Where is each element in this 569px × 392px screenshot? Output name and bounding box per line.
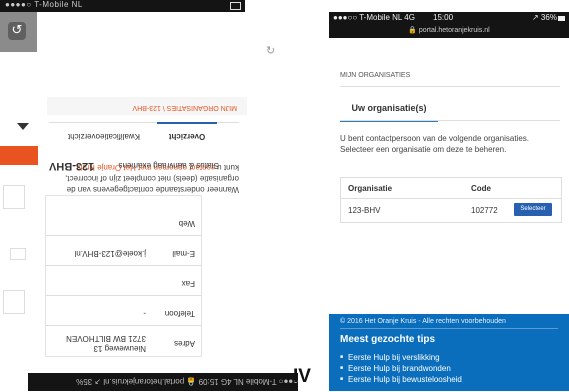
side-element [3, 185, 25, 209]
tab-overzicht[interactable]: Overzicht [157, 122, 217, 147]
dropdown-arrow-icon[interactable] [17, 123, 29, 130]
carrier-text: ●●●○○ T-Mobile NL 4G [333, 13, 415, 22]
browser-url-bar[interactable]: 🔒 portal.hetoranjekruis.nl [329, 26, 569, 38]
breadcrumb[interactable]: MIJN ORGANISATIES \ 123-BHV [132, 104, 237, 111]
left-status-text: ●●●●○ T-Mobile NL [5, 0, 83, 9]
info-label: Telefoon [164, 309, 195, 318]
cell-code: 102772 [471, 206, 498, 215]
page-subtitle: Status & aanvraag examens [118, 161, 219, 170]
tab-uw-organisaties[interactable]: Uw organisatie(s) [340, 96, 438, 122]
tip-link[interactable]: Eerste Hulp bij verslikking [340, 352, 462, 363]
phone-status-bar: ●●●○○ T-Mobile NL 4G 15:00 ↗ 36% [329, 12, 569, 26]
info-value: - [143, 309, 146, 318]
select-button[interactable]: Selecteer [514, 203, 552, 216]
clock: 15:00 [433, 13, 454, 22]
overlay-text-fragment: IV [293, 366, 311, 387]
info-label: E-mail [172, 249, 195, 258]
info-value: Nieuweweg 13 3721 BW BILTHOVEN [66, 334, 146, 353]
battery-level: ↗ 36% [532, 13, 557, 22]
bottom-status-text: ●●●○ T-Mobile NL 4G 15:09 🔒 portal.hetor… [76, 377, 298, 386]
return-arrow-icon: ↺ [8, 22, 26, 40]
page-title: 123-BHV [49, 160, 95, 172]
tips-heading: Meest gezochte tips [340, 334, 436, 345]
url-text: 🔒 portal.hetoranjekruis.nl [408, 27, 490, 34]
column-header-organisatie: Organisatie [348, 184, 393, 193]
section-title: MIJN ORGANISATIES [340, 72, 411, 79]
orange-accent-bar [0, 146, 38, 165]
tips-list: Eerste Hulp bij verslikking Eerste Hulp … [340, 352, 462, 385]
page-header: 123-BHV Status & aanvraag examens [49, 152, 239, 172]
divider [340, 328, 558, 329]
left-bottom-status-bar: ●●●○ T-Mobile NL 4G 15:09 🔒 portal.hetor… [28, 373, 298, 391]
organisation-table: Organisatie Code 123-BHV 102772 Selectee… [340, 177, 562, 223]
mirrored-organisation-detail: Adres Nieuweweg 13 3721 BW BILTHOVEN Tel… [37, 95, 247, 365]
back-button[interactable]: ↺ [0, 12, 37, 52]
tip-link[interactable]: Eerste Hulp bij brandwonden [340, 363, 462, 374]
copyright-text: © 2016 Het Oranje Kruis - Alle rechten v… [340, 318, 506, 325]
email-link[interactable]: j.koele@123-BHV.nl [75, 249, 146, 258]
column-header-code: Code [471, 184, 491, 193]
refresh-icon[interactable]: ↻ [266, 44, 275, 57]
site-footer: © 2016 Het Oranje Kruis - Alle rechten v… [329, 314, 569, 391]
info-label: Fax [181, 279, 195, 288]
tip-link[interactable]: Eerste Hulp bij bewusteloosheid [340, 374, 462, 385]
left-status-bar: ●●●●○ T-Mobile NL [0, 0, 245, 12]
table-header: Organisatie Code [341, 178, 561, 199]
tab-bar: Overzicht Kwalificatieoverzicht [49, 122, 239, 147]
side-element [3, 290, 25, 314]
info-label: Web [178, 219, 195, 228]
intro-text: U bent contactpersoon van de volgende or… [340, 134, 530, 154]
breadcrumb-bar: MIJN ORGANISATIES \ 123-BHV [47, 97, 247, 115]
divider [340, 86, 560, 87]
divider [340, 120, 560, 121]
battery-icon [558, 16, 565, 21]
battery-icon [230, 2, 241, 10]
info-label: Adres [174, 339, 195, 348]
cell-organisatie: 123-BHV [348, 206, 381, 215]
tab-kwalificatieoverzicht[interactable]: Kwalificatieoverzicht [59, 124, 149, 147]
contact-info-table: Adres Nieuweweg 13 3721 BW BILTHOVEN Tel… [45, 195, 202, 357]
side-element [10, 248, 26, 260]
